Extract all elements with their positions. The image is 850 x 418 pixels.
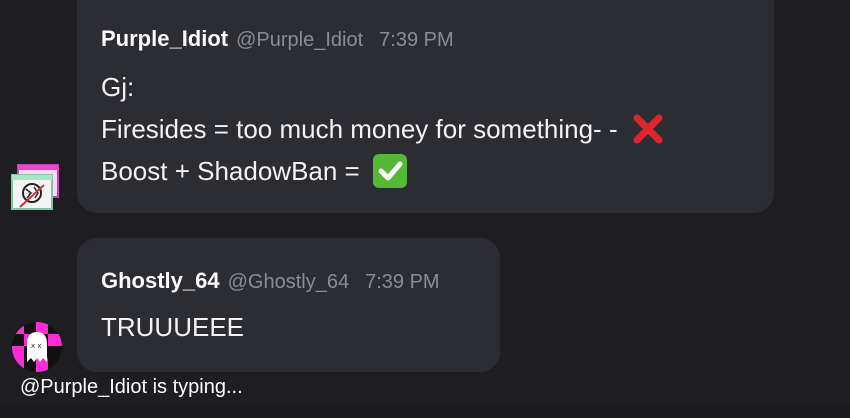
author-handle: @Ghostly_64 — [227, 271, 350, 293]
message-timestamp: 7:39 PM — [379, 29, 454, 51]
message-line: Gj: — [101, 66, 666, 108]
message-body: Gj: Firesides = too much money for somet… — [101, 66, 666, 192]
avatar-ghostly-64[interactable]: x x — [12, 322, 62, 372]
message-text: Boost + ShadowBan = — [101, 156, 360, 186]
message-header: Ghostly_64 @Ghostly_64 7:39 PM — [101, 268, 440, 294]
check-mark-button-emoji-icon — [372, 153, 408, 189]
message-line: Boost + ShadowBan = — [101, 150, 666, 192]
message-text: TRUUUEEE — [101, 312, 245, 342]
message-text: Gj: — [101, 72, 135, 102]
message-body: TRUUUEEE — [101, 306, 244, 348]
message-line: Firesides = too much money for something… — [101, 108, 666, 150]
message-bubble[interactable]: Ghostly_64 @Ghostly_64 7:39 PM TRUUUEEE — [77, 238, 500, 372]
message-header: Purple_Idiot @Purple_Idiot 7:39 PM — [101, 26, 454, 52]
message-text: Firesides = too much money for something… — [101, 114, 618, 144]
author-name[interactable]: Purple_Idiot — [101, 26, 228, 52]
message-timestamp: 7:39 PM — [365, 271, 440, 293]
message-bubble[interactable]: Purple_Idiot @Purple_Idiot 7:39 PM Gj: F… — [77, 0, 774, 213]
cross-mark-emoji-icon — [630, 111, 666, 147]
composer-edge — [0, 404, 850, 418]
author-name[interactable]: Ghostly_64 — [101, 268, 220, 294]
svg-text:x x: x x — [31, 342, 42, 350]
avatar-purple-idiot[interactable] — [8, 163, 62, 215]
typing-indicator: @Purple_Idiot is typing... — [20, 376, 243, 398]
author-handle: @Purple_Idiot — [236, 29, 364, 51]
message-line: TRUUUEEE — [101, 306, 244, 348]
